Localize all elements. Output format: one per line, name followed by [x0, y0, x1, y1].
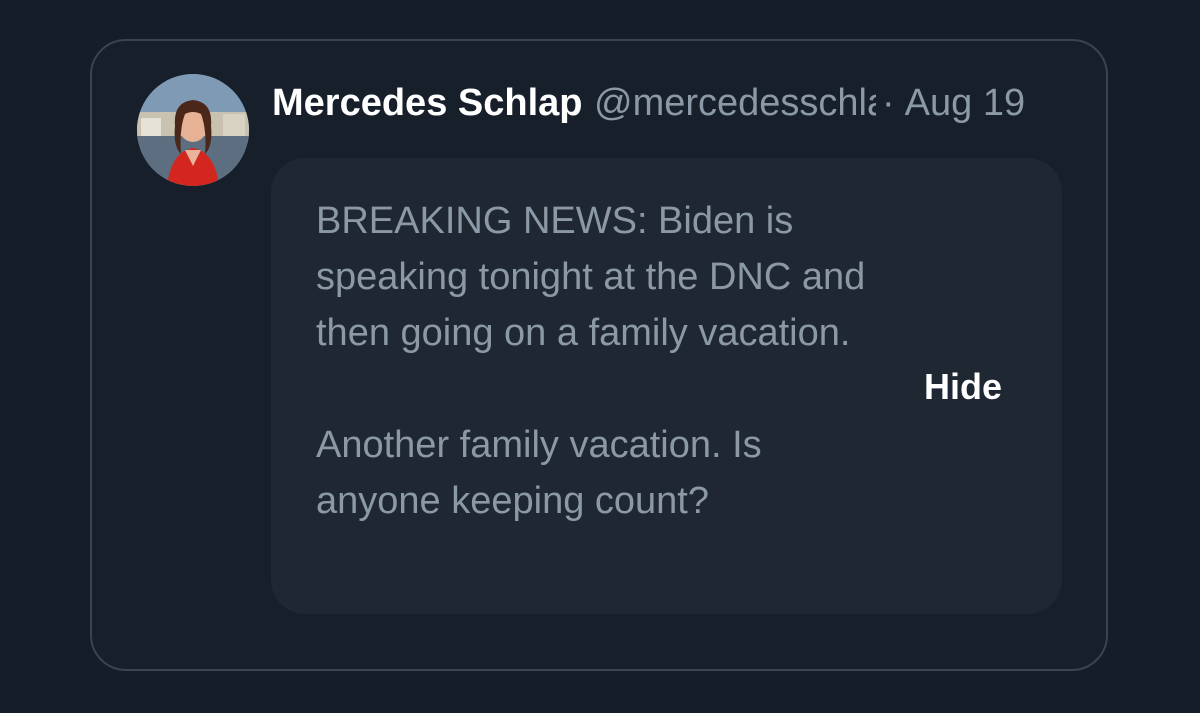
tweet-header: Mercedes Schlapp @mercedesschlapp · Aug … — [272, 78, 1025, 128]
avatar[interactable] — [137, 74, 249, 186]
reply-paragraph: BREAKING NEWS: Biden is speaking tonight… — [316, 200, 866, 354]
separator-dot: · — [882, 82, 895, 124]
hide-button[interactable]: Hide — [924, 362, 1002, 412]
tweet-date[interactable]: Aug 19 — [905, 78, 1025, 128]
display-name[interactable]: Mercedes Schlapp — [272, 78, 582, 128]
user-handle[interactable]: @mercedesschlapp — [594, 78, 876, 128]
avatar-photo-icon — [137, 74, 249, 186]
hidden-reply-text: BREAKING NEWS: Biden is speaking tonight… — [316, 193, 896, 529]
reply-paragraph: Another family vacation. Is anyone keepi… — [316, 424, 762, 522]
